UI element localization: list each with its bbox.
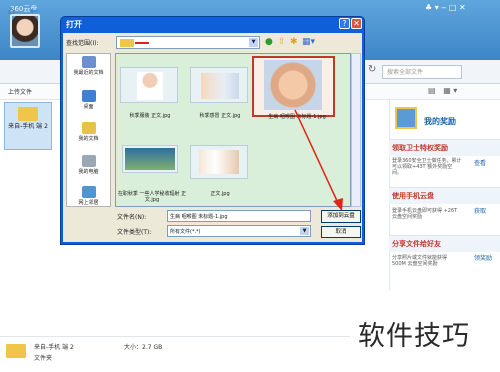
reward-title-2: 使用手机云盘 bbox=[392, 192, 434, 200]
photo-sick-woman bbox=[201, 73, 239, 99]
reward-link-2[interactable]: 获取 bbox=[474, 206, 486, 215]
photo-screen bbox=[125, 148, 175, 170]
place-label: 我的文档 bbox=[78, 136, 99, 142]
back-icon[interactable]: ● bbox=[265, 37, 273, 47]
photo-sick-child bbox=[264, 60, 322, 110]
reward-link-3[interactable]: 领奖励 bbox=[474, 253, 492, 262]
place-label: 我最近的文档 bbox=[73, 70, 104, 76]
file-thumbnail[interactable] bbox=[190, 67, 248, 103]
home-icon[interactable]: ⌂ bbox=[8, 6, 15, 17]
cancel-button[interactable]: 取消 bbox=[321, 226, 361, 238]
rewards-title: 我的奖励 bbox=[424, 117, 456, 126]
place-label: 我的电脑 bbox=[78, 169, 99, 175]
recent-docs-icon bbox=[81, 56, 96, 68]
chevron-down-icon[interactable]: ▼ bbox=[300, 227, 309, 235]
gift-icon bbox=[395, 107, 417, 129]
file-type-value: 所有文件(*.*) bbox=[170, 229, 201, 235]
refresh-icon[interactable]: ↻ bbox=[368, 64, 376, 75]
file-name-input[interactable]: 生病 咽喉图 未标题-1.jpg bbox=[167, 210, 311, 222]
look-in-label: 查找范围(I): bbox=[66, 40, 99, 47]
file-name[interactable]: 正文.jpg bbox=[192, 191, 248, 197]
window-controls[interactable]: ♣ ▾ ‒ □ ✕ bbox=[425, 3, 466, 12]
folder-icon bbox=[6, 344, 26, 358]
file-thumbnail[interactable] bbox=[120, 67, 178, 103]
view-menu-icon[interactable]: ▦▾ bbox=[302, 37, 315, 47]
place-network[interactable]: 网上邻居 bbox=[66, 186, 111, 206]
folder-icon bbox=[18, 107, 38, 121]
search-input[interactable]: 搜索全部文件 bbox=[382, 65, 462, 79]
place-desktop[interactable]: 桌面 bbox=[66, 90, 111, 110]
chevron-down-icon[interactable]: ▼ bbox=[249, 38, 258, 47]
place-my-computer[interactable]: 我的电脑 bbox=[66, 155, 111, 175]
file-name[interactable]: 秋季服装 正文.jpg bbox=[118, 113, 182, 119]
file-name[interactable]: 在职秋季 一些人学秘收辐射 正文.jpg bbox=[116, 191, 188, 203]
help-button[interactable]: ? bbox=[339, 18, 350, 29]
reward-title-1: 领取卫士特权奖励 bbox=[392, 144, 448, 152]
my-computer-icon bbox=[81, 155, 96, 167]
reward-desc-1: 登录360安全卫士做任务，累计可以领取+43T 额外奖励空间。 bbox=[392, 158, 462, 176]
annotation-arrow bbox=[294, 109, 343, 211]
file-thumbnail[interactable] bbox=[122, 145, 178, 173]
photo-doctor bbox=[199, 150, 239, 174]
file-list-scrollbar[interactable] bbox=[351, 53, 361, 207]
network-icon bbox=[81, 186, 96, 198]
new-folder-icon[interactable]: ✱ bbox=[290, 37, 298, 47]
my-documents-icon bbox=[81, 122, 96, 134]
upload-button[interactable]: 上传文件 bbox=[8, 87, 32, 96]
file-name[interactable]: 秋季感冒 正文.jpg bbox=[188, 113, 252, 119]
folder-tile[interactable]: 来自-手机 端 2 bbox=[4, 102, 52, 150]
watermark: 软件技巧 bbox=[358, 321, 470, 352]
close-button[interactable]: ✕ bbox=[351, 18, 362, 29]
back-icon[interactable]: ← bbox=[30, 6, 38, 17]
file-type-label: 文件类型(T): bbox=[117, 229, 152, 236]
photo-baby bbox=[137, 72, 163, 100]
add-to-cloud-button[interactable]: 添加到云盘 bbox=[321, 210, 361, 223]
reward-link-1[interactable]: 查看 bbox=[474, 158, 486, 167]
redacted-mark bbox=[135, 42, 149, 44]
up-folder-icon[interactable]: ⇧ bbox=[278, 37, 286, 47]
folder-icon bbox=[120, 39, 134, 47]
reward-desc-2: 登录手机云盘即可获得 +26T 云盘空间奖励 bbox=[392, 208, 458, 220]
file-thumbnail[interactable] bbox=[190, 145, 248, 179]
file-name-label: 文件名(N): bbox=[117, 214, 147, 221]
view-toggle-icon[interactable]: ▤ ▦ ▾ bbox=[428, 86, 457, 95]
place-recent[interactable]: 我最近的文档 bbox=[66, 56, 111, 76]
reward-desc-3: 分享照片或文件就能获得 500M 云盘空间奖励 bbox=[392, 255, 448, 267]
info-name: 来自-手机 端 2 bbox=[34, 344, 74, 351]
info-size: 大小：2.7 GB bbox=[124, 344, 163, 351]
place-my-docs[interactable]: 我的文档 bbox=[66, 122, 111, 142]
folder-tile-label: 来自-手机 端 2 bbox=[8, 123, 48, 130]
file-type-select[interactable]: 所有文件(*.*) ▼ bbox=[167, 225, 311, 237]
avatar[interactable] bbox=[10, 14, 40, 48]
dialog-title: 打开 bbox=[66, 20, 82, 29]
place-label: 网上邻居 bbox=[78, 200, 99, 206]
info-type: 文件夹 bbox=[34, 355, 53, 362]
look-in-select[interactable]: ▼ bbox=[116, 36, 260, 49]
desktop-icon bbox=[81, 90, 96, 102]
reward-title-3: 分享文件给好友 bbox=[392, 240, 441, 248]
place-label: 桌面 bbox=[83, 104, 94, 110]
